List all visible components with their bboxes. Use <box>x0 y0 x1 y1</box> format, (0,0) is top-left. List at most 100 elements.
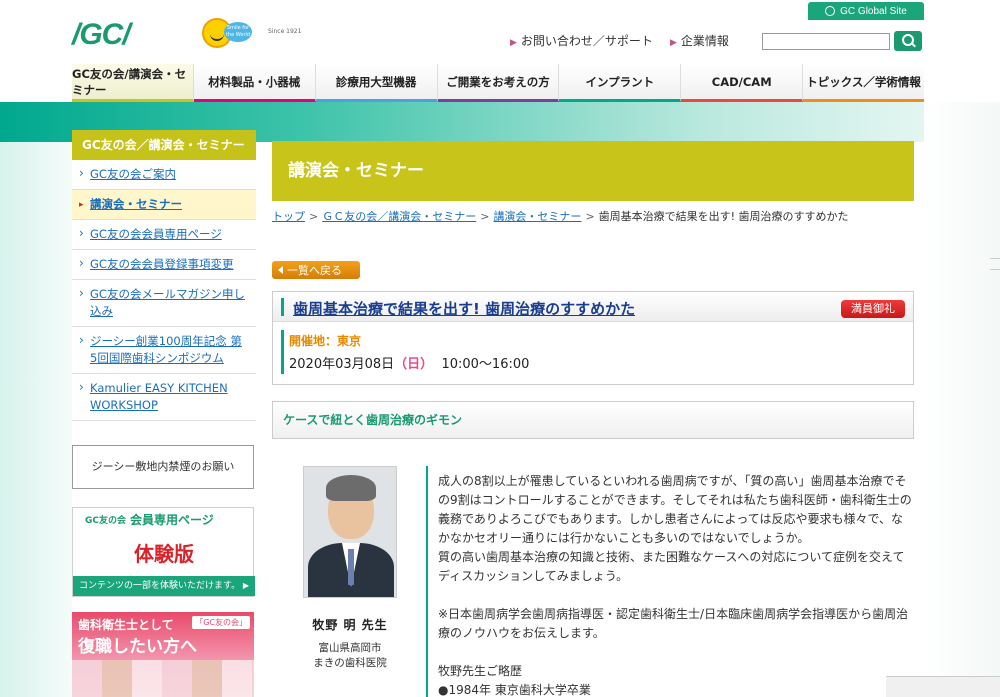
event-summary: 歯周基本治療で結果を出す! 歯周治療のすすめかた 満員御礼 開催地：東京 202… <box>272 291 914 385</box>
event-date: 2020年03月08日 <box>289 357 395 372</box>
event-day-of-week: （日） <box>394 357 434 372</box>
sidebar-item-mailmagazine[interactable]: GC友の会メールマガジン申し込み <box>72 280 256 327</box>
gc-logo[interactable]: /GC/ <box>72 18 131 52</box>
sidebar-item-guide[interactable]: GC友の会ご案内 <box>72 160 256 190</box>
scroll-marker <box>990 258 1000 270</box>
sidebar-item-label: GC友の会会員専用ページ <box>90 227 222 241</box>
nav-item-gc-tomonokai[interactable]: GC友の会/講演会・セミナー <box>72 64 194 102</box>
back-arrow-icon <box>278 266 283 274</box>
page-title: 講演会・セミナー <box>272 141 914 201</box>
company-info-label: 企業情報 <box>680 34 729 48</box>
nav-item-label: 材料製品・小器械 <box>208 74 301 89</box>
sidebar-item-label: 講演会・セミナー <box>90 197 182 211</box>
event-title[interactable]: 歯周基本治療で結果を出す! 歯周治療のすすめかた <box>293 298 635 319</box>
breadcrumb-gc-tomonokai[interactable]: ＧＣ友の会／講演会・セミナー <box>322 210 476 223</box>
event-time: 10:00〜16:00 <box>441 357 530 372</box>
global-site-link[interactable]: GC Global Site <box>808 2 924 20</box>
search-button[interactable] <box>894 31 922 51</box>
nav-item-materials[interactable]: 材料製品・小器械 <box>193 64 316 102</box>
description-accent-rule <box>426 466 428 697</box>
breadcrumb-separator: > <box>309 210 319 223</box>
hygienist-return-banner[interactable]: 歯科衛生士として 復職したい方へ 「GC友の会」 <box>72 612 254 697</box>
event-header: 歯周基本治療で結果を出す! 歯周治療のすすめかた 満員御礼 <box>273 292 913 322</box>
photo-tie <box>348 549 354 585</box>
event-datetime: 2020年03月08日（日） 10:00〜16:00 <box>289 353 529 372</box>
description-paragraph: ※日本歯周病学会歯周病指導医・認定歯科衛生士/日本臨床歯周病学会指導医から歯周治… <box>438 607 909 640</box>
smile-for-the-world-logo: Smile for the World <box>202 18 260 50</box>
member-banner-footer: コンテンツの一部を体験いただけます。 <box>73 576 255 596</box>
sidebar-heading: GC友の会／講演会・セミナー <box>72 130 256 160</box>
nav-item-label: トピックス／学術情報 <box>806 74 921 89</box>
nav-item-opening[interactable]: ご開業をお考えの方 <box>437 64 560 102</box>
member-banner-header: GC友の会 会員専用ページ <box>73 508 255 530</box>
contact-support-label: お問い合わせ／サポート <box>520 34 653 48</box>
window-scroll-corner <box>886 676 1000 697</box>
arrow-icon: ▶ <box>510 38 517 48</box>
breadcrumb-separator: > <box>480 210 490 223</box>
description-paragraph: 質の高い歯周基本治療の知識と技術、また困難なケースへの対応について症例を交えてデ… <box>438 550 905 583</box>
sidebar-item-symposium[interactable]: ジーシー創業100周年記念 第5回国際歯科シンポジウム <box>72 327 256 374</box>
speaker-name: 牧野 明 先生 <box>312 618 388 632</box>
breadcrumb-separator: > <box>585 210 595 223</box>
event-venue: 開催地：東京 <box>289 334 362 348</box>
company-info-link[interactable]: ▶ 企業情報 <box>670 32 729 49</box>
member-banner-title: 会員専用ページ <box>130 512 214 527</box>
member-banner-main: 体験版 <box>134 542 194 566</box>
nav-item-equipment[interactable]: 診療用大型機器 <box>315 64 438 102</box>
hygienist-banner-photo <box>72 660 254 697</box>
sidebar-item-member-change[interactable]: GC友の会会員登録事項変更 <box>72 250 256 280</box>
speaker-clinic: まきの歯科医院 <box>313 657 387 669</box>
hygienist-banner-line2: 復職したい方へ <box>78 637 197 657</box>
right-gutter <box>924 102 1000 697</box>
arrow-icon: ▶ <box>670 38 677 48</box>
sidebar-item-label: GC友の会会員登録事項変更 <box>90 257 234 271</box>
since-label: Since 1921 <box>268 28 302 35</box>
site-header: /GC/ Smile for the World Since 1921 GC G… <box>0 0 1000 64</box>
back-to-list-label: 一覧へ戻る <box>287 264 342 277</box>
breadcrumb-top[interactable]: トップ <box>272 210 305 223</box>
hygienist-banner-line1: 歯科衛生士として <box>78 618 174 632</box>
sidebar-item-label: GC友の会ご案内 <box>90 167 176 181</box>
description-paragraph: 成人の8割以上が罹患しているといわれる歯周病ですが、「質の高い」歯周基本治療でそ… <box>438 474 912 545</box>
sidebar-item-label: GC友の会メールマガジン申し込み <box>90 287 245 318</box>
globe-icon <box>825 6 836 16</box>
nav-item-label: 診療用大型機器 <box>335 74 417 89</box>
smile-tagline: Smile for the World <box>224 22 252 42</box>
breadcrumb-current: 歯周基本治療で結果を出す! 歯周治療のすすめかた <box>598 210 849 223</box>
contact-support-link[interactable]: ▶ お問い合わせ／サポート <box>510 32 653 49</box>
member-banner-logo: GC友の会 <box>85 515 126 526</box>
photo-hair <box>326 475 376 501</box>
back-to-list-button[interactable]: 一覧へ戻る <box>272 261 360 279</box>
nav-item-label: インプラント <box>585 74 655 89</box>
nav-item-implant[interactable]: インプラント <box>559 64 682 102</box>
full-status-badge: 満員御礼 <box>841 300 905 318</box>
accent-bar <box>281 298 284 316</box>
sidebar-item-label: ジーシー創業100周年記念 第5回国際歯科シンポジウム <box>90 334 242 365</box>
member-trial-banner[interactable]: GC友の会 会員専用ページ 体験版 コンテンツの一部を体験いただけます。 <box>72 507 255 597</box>
career-item: ●1984年 東京歯科大学卒業 <box>438 683 591 697</box>
sidebar-item-kamulier[interactable]: Kamulier EASY KITCHEN WORKSHOP <box>72 374 256 421</box>
speaker-photo <box>303 466 397 598</box>
career-heading: 牧野先生ご略歴 <box>438 664 523 678</box>
nav-item-label: ご開業をお考えの方 <box>446 74 550 89</box>
breadcrumb-seminar[interactable]: 講演会・セミナー <box>493 210 581 223</box>
no-smoking-notice-link[interactable]: ジーシー敷地内禁煙のお願い <box>72 445 254 489</box>
global-nav: GC友の会/講演会・セミナー 材料製品・小器械 診療用大型機器 ご開業をお考えの… <box>72 64 925 102</box>
search-input[interactable] <box>762 33 890 50</box>
nav-item-cadcam[interactable]: CAD/CAM <box>681 64 804 102</box>
nav-item-label: CAD/CAM <box>711 74 772 89</box>
sidebar: GC友の会／講演会・セミナー GC友の会ご案内 講演会・セミナー GC友の会会員… <box>72 130 256 421</box>
global-site-label: GC Global Site <box>840 5 907 17</box>
nav-item-topics[interactable]: トピックス／学術情報 <box>803 64 925 102</box>
sidebar-item-member-page[interactable]: GC友の会会員専用ページ <box>72 220 256 250</box>
sidebar-item-label: Kamulier EASY KITCHEN WORKSHOP <box>90 381 228 412</box>
speaker-location: 富山県高岡市 <box>318 642 382 654</box>
accent-bar <box>281 330 284 374</box>
nav-item-label: GC友の会/講演会・セミナー <box>72 66 187 97</box>
sidebar-item-seminar[interactable]: 講演会・セミナー <box>72 190 256 220</box>
breadcrumb: トップ > ＧＣ友の会／講演会・セミナー > 講演会・セミナー > 歯周基本治療で結果を出す… <box>272 208 849 224</box>
seminar-theme: ケースで紐とく歯周治療のギモン <box>272 401 914 439</box>
seminar-description: 成人の8割以上が罹患しているといわれる歯周病ですが、「質の高い」歯周基本治療でそ… <box>438 472 914 697</box>
